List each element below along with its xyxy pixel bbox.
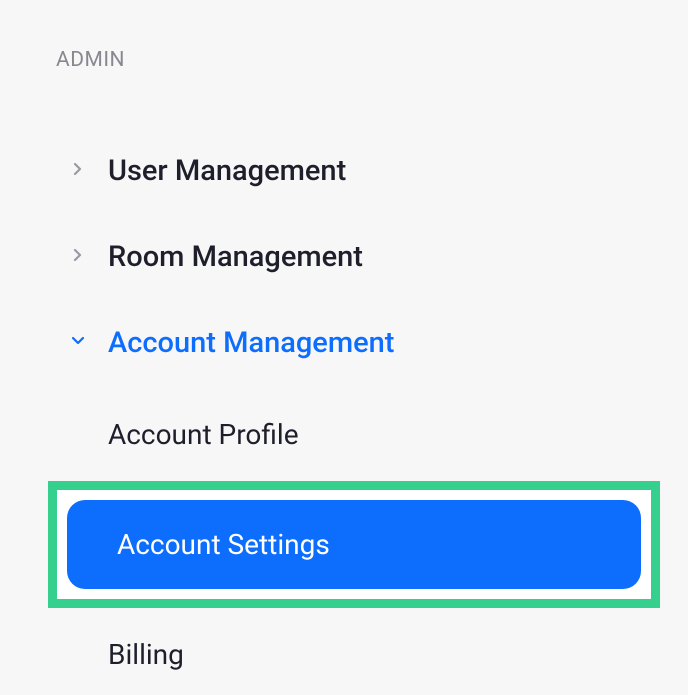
sub-item-label: Billing [108,638,184,671]
nav-item-account-management[interactable]: Account Management [0,300,688,386]
sub-nav-list: Account Profile Account Settings Billing [0,394,688,695]
sub-item-label: Account Settings [117,528,330,561]
nav-item-label: User Management [108,154,346,188]
sub-item-label: Account Profile [108,418,299,451]
nav-item-room-management[interactable]: Room Management [0,214,688,300]
nav-item-label: Account Management [108,326,394,360]
nav-list: User Management Room Management Account … [0,128,688,386]
sub-item-billing[interactable]: Billing [0,614,688,695]
highlight-box: Account Settings [48,481,660,608]
chevron-right-icon [70,161,90,181]
sub-item-account-settings[interactable]: Account Settings [67,500,641,589]
chevron-down-icon [70,333,90,353]
nav-item-label: Room Management [108,240,363,274]
nav-item-user-management[interactable]: User Management [0,128,688,214]
sub-item-account-profile[interactable]: Account Profile [0,394,688,475]
section-header: ADMIN [0,48,688,72]
chevron-right-icon [70,247,90,267]
